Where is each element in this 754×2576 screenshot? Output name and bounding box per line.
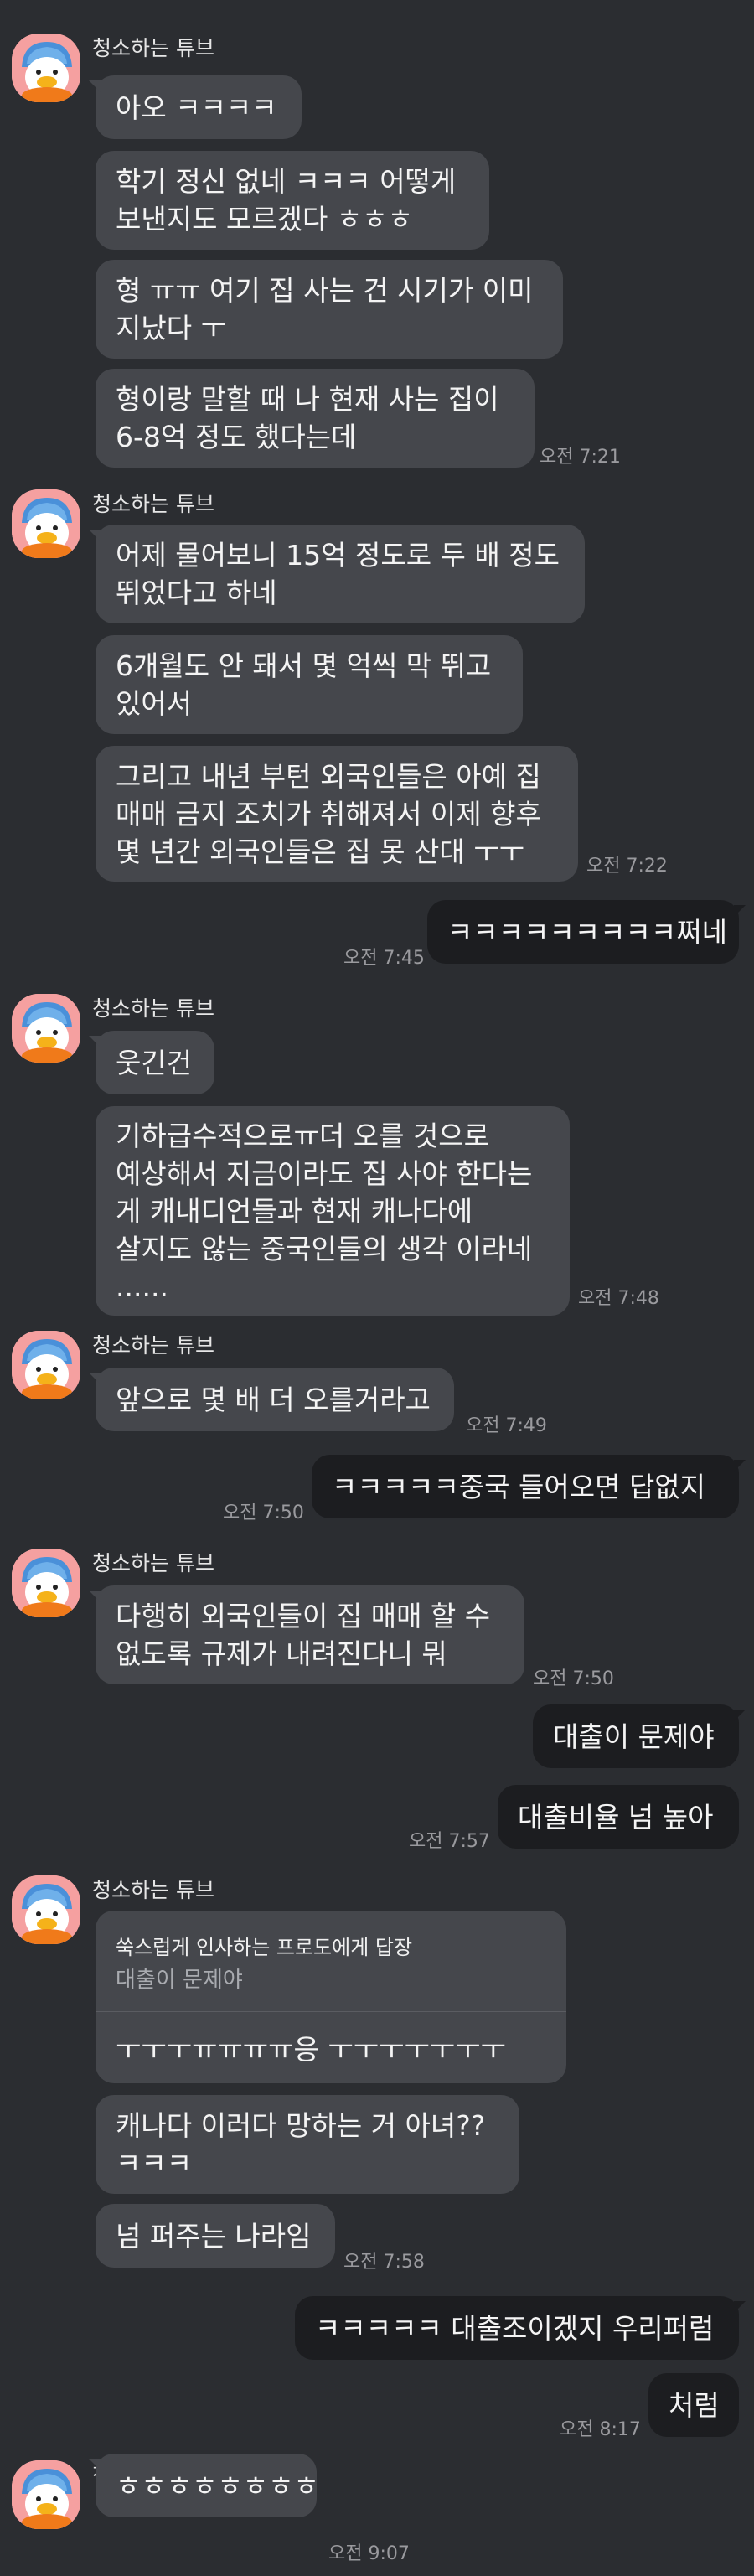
message-text: ㅋㅋㅋㅋㅋ중국 들어오면 답없지 (332, 1470, 706, 1503)
outgoing-message-bubble[interactable]: ㅋㅋㅋㅋㅋㅋㅋㅋㅋ쩌네 (427, 900, 746, 964)
message-text-line: 매매 금지 조치가 취해져서 이제 향후 (116, 797, 541, 830)
message-timestamp: 오전 7:45 (343, 948, 425, 969)
message-text: 대출비율 넘 높아 (518, 1800, 714, 1834)
message-timestamp: 오전 7:22 (586, 856, 668, 877)
incoming-message-bubble[interactable]: 형이랑 말할 때 나 현재 사는 집이 6-8억 정도 했다는데 (96, 369, 535, 468)
message-timestamp: 오전 7:50 (223, 1503, 304, 1523)
sender-name: 청소하는 튜브 (92, 1878, 214, 1902)
sender-name: 청소하는 튜브 (92, 1551, 214, 1575)
duck-tube-avatar-icon (12, 994, 80, 1063)
message-timestamp: 오전 8:17 (560, 2419, 641, 2440)
message-text-line: 몇 년간 외국인들은 집 못 산대 ㅜㅜ (116, 835, 524, 868)
message-text-line: ㅎㅎㅎㅎㅎㅎㅎㅎ (116, 2469, 319, 2502)
message-text-line: 학기 정신 없네 ㅋㅋㅋ 어떻게 (116, 165, 457, 198)
reply-message-card[interactable]: 쑥스럽게 인사하는 프로도에게 답장대출이 문제야 ㅜㅜㅜㅠㅠㅠㅠ응 ㅜㅜㅜㅜㅜㅜ… (96, 1911, 566, 2083)
avatar-icon[interactable] (12, 994, 80, 1063)
message-text-line: 그리고 내년 부턴 외국인들은 아예 집 (116, 759, 541, 793)
incoming-message-bubble[interactable]: 형 ㅠㅠ 여기 집 사는 건 시기가 이미지났다 ㅜ (96, 260, 563, 359)
duck-tube-avatar-icon (12, 1875, 80, 1944)
message-timestamp: 오전 7:49 (466, 1415, 547, 1436)
message-text-line: 아오 ㅋㅋㅋㅋ (116, 91, 277, 124)
message-text: ㅋㅋㅋㅋㅋㅋㅋㅋㅋ쩌네 (447, 915, 727, 949)
message-text-line: 형 ㅠㅠ 여기 집 사는 건 시기가 이미 (116, 274, 534, 307)
message-text-line: 뛰었다고 하네 (116, 577, 277, 609)
avatar-icon[interactable] (12, 1331, 80, 1399)
incoming-message-bubble[interactable]: 넘 퍼주는 나라임 (96, 2204, 335, 2268)
incoming-message-bubble[interactable]: 다행히 외국인들이 집 매매 할 수없도록 규제가 내려진다니 뭐 (89, 1585, 524, 1684)
message-text: 처럼 (669, 2388, 720, 2422)
message-text-line: 캐나다 이러다 망하는 거 아녀?? (116, 2109, 486, 2142)
message-text-line: 6개월도 안 돼서 몇 억씩 막 뛰고 (116, 649, 492, 682)
sender-name: 청소하는 튜브 (92, 492, 214, 516)
incoming-message-bubble[interactable]: 기하급수적으로ㅠ더 오를 것으로예상해서 지금이라도 집 사야 한다는게 캐내디… (96, 1106, 570, 1316)
message-text: ㅋㅋㅋㅋㅋ 대출조이겠지 우리퍼럼 (315, 2311, 715, 2345)
duck-tube-avatar-icon (12, 1331, 80, 1399)
message-text-line: 어제 물어보니 15억 정도로 두 배 정도 (116, 539, 560, 572)
message-text-line: 웃긴건 (116, 1046, 193, 1079)
reply-text: ㅜㅜㅜㅠㅠㅠㅠ응 ㅜㅜㅜㅜㅜㅜㅜ (116, 2033, 506, 2066)
message-text-line: 6-8억 정도 했다는데 (116, 421, 357, 453)
sender-name: 청소하는 튜브 (92, 996, 214, 1021)
avatar-icon[interactable] (12, 34, 80, 102)
message-text-line: 넘 퍼주는 나라임 (116, 2219, 312, 2253)
incoming-message-bubble[interactable]: 아오 ㅋㅋㅋㅋ (89, 75, 302, 139)
incoming-message-bubble[interactable]: ㅎㅎㅎㅎㅎㅎㅎㅎ (89, 2454, 319, 2517)
incoming-message-bubble[interactable]: 웃긴건 (89, 1031, 214, 1094)
message-text-line: 게 캐내디언들과 현재 캐나다에 (116, 1194, 473, 1228)
sender-name: 청소하는 튜브 (92, 1333, 214, 1358)
message-text-line: 없도록 규제가 내려진다니 뭐 (116, 1637, 447, 1670)
outgoing-message-bubble[interactable]: ㅋㅋㅋㅋㅋ 대출조이겠지 우리퍼럼 (295, 2296, 746, 2360)
incoming-message-bubble[interactable]: 학기 정신 없네 ㅋㅋㅋ 어떻게보낸지도 모르겠다 ㅎㅎㅎ (96, 151, 489, 250)
message-timestamp: 오전 7:21 (540, 447, 621, 468)
outgoing-message-bubble[interactable]: 대출비율 넘 높아 (498, 1785, 739, 1849)
message-text: 대출이 문제야 (553, 1720, 715, 1753)
message-text-line: 보낸지도 모르겠다 ㅎㅎㅎ (116, 203, 413, 235)
avatar-icon[interactable] (12, 489, 80, 558)
message-text-line: 기하급수적으로ㅠ더 오를 것으로 (116, 1119, 490, 1152)
outgoing-message-bubble[interactable]: 대출이 문제야 (533, 1704, 746, 1768)
sender-name: 청소하는 튜브 (92, 36, 214, 60)
message-text-line: ...... (116, 1270, 168, 1303)
duck-tube-avatar-icon (12, 489, 80, 558)
message-text-line: 있어서 (116, 687, 193, 720)
reply-quoted-text: 대출이 문제야 (116, 1968, 243, 1993)
message-text-line: ㅋㅋㅋ (116, 2147, 193, 2180)
message-text-line: 형이랑 말할 때 나 현재 사는 집이 (116, 383, 499, 416)
message-timestamp: 오전 7:48 (578, 1288, 659, 1309)
message-text-line: 예상해서 지금이라도 집 사야 한다는 (116, 1156, 533, 1190)
message-text-line: 지났다 ㅜ (116, 312, 226, 344)
message-timestamp: 오전 7:58 (343, 2252, 425, 2273)
incoming-message-bubble[interactable]: 그리고 내년 부턴 외국인들은 아예 집매매 금지 조치가 취해져서 이제 향후… (96, 746, 578, 882)
incoming-message-bubble[interactable]: 6개월도 안 돼서 몇 억씩 막 뛰고있어서 (96, 635, 523, 734)
duck-tube-avatar-icon (12, 34, 80, 102)
avatar-icon[interactable] (12, 1875, 80, 1944)
message-text-line: 살지도 않는 중국인들의 생각 이라네 (116, 1232, 533, 1265)
incoming-message-bubble[interactable]: 앞으로 몇 배 더 오를거라고 (89, 1368, 454, 1431)
outgoing-message-bubble[interactable]: ㅋㅋㅋㅋㅋ중국 들어오면 답없지 (312, 1455, 746, 1518)
incoming-message-bubble[interactable]: 어제 물어보니 15억 정도로 두 배 정도뛰었다고 하네 (89, 525, 585, 623)
reply-header: 쑥스럽게 인사하는 프로도에게 답장 (116, 1936, 413, 1959)
message-text-line: 앞으로 몇 배 더 오를거라고 (116, 1383, 431, 1416)
message-text-line: 다행히 외국인들이 집 매매 할 수 (116, 1600, 491, 1632)
incoming-message-bubble[interactable]: 캐나다 이러다 망하는 거 아녀?? ㅋㅋㅋ (96, 2095, 519, 2194)
duck-tube-avatar-icon (12, 1549, 80, 1617)
message-timestamp: 오전 7:50 (533, 1668, 614, 1689)
avatar-icon[interactable] (12, 1549, 80, 1617)
reply-divider (96, 2011, 566, 2012)
message-timestamp: 오전 7:57 (409, 1831, 490, 1852)
message-timestamp: 오전 9:07 (328, 2543, 410, 2564)
outgoing-message-bubble[interactable]: 처럼 (648, 2373, 739, 2437)
avatar-icon[interactable] (12, 2460, 80, 2529)
duck-tube-avatar-icon (12, 2460, 80, 2529)
